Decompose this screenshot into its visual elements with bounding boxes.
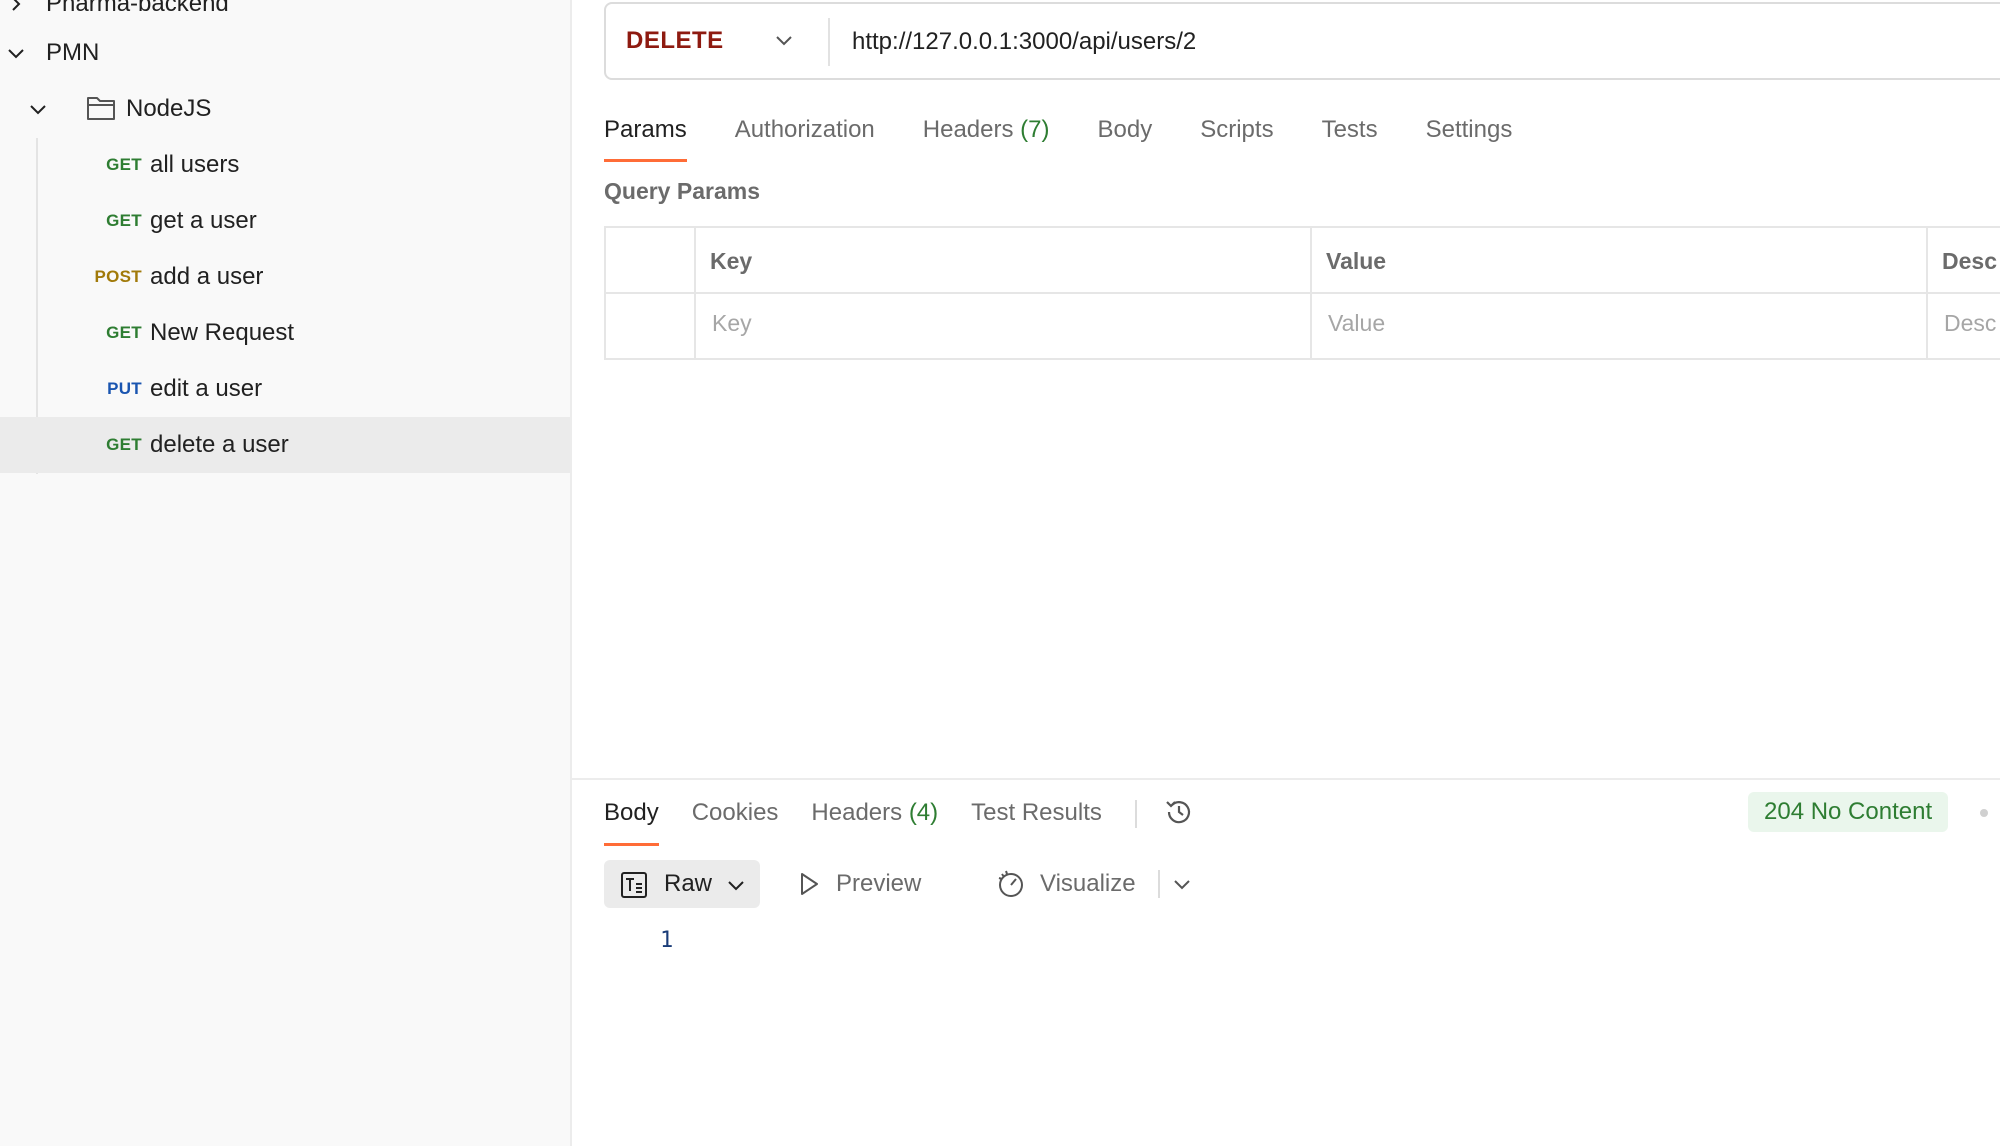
request-item-get-a-user[interactable]: GET get a user xyxy=(0,193,570,249)
response-tab-headers[interactable]: Headers (4) xyxy=(811,796,938,846)
visualize-button[interactable]: Visualize xyxy=(896,860,1136,908)
column-header-description: Desc xyxy=(1942,248,1997,274)
param-key-input[interactable]: Key xyxy=(712,310,752,337)
response-tab-cookies[interactable]: Cookies xyxy=(692,796,779,846)
request-item-add-a-user[interactable]: POST add a user xyxy=(0,249,570,305)
method-badge: GET xyxy=(106,435,142,454)
chevron-down-icon[interactable] xyxy=(1172,874,1192,899)
chevron-down-icon[interactable] xyxy=(26,97,50,121)
request-name: get a user xyxy=(150,207,257,234)
text-format-icon xyxy=(620,871,648,906)
query-params-table: Key Value Desc Key Value Desc xyxy=(604,226,2000,360)
response-headers-count: (4) xyxy=(908,799,939,826)
response-tab-test-results[interactable]: Test Results xyxy=(971,796,1102,846)
headers-count: (7) xyxy=(1020,116,1050,143)
request-item-new-request[interactable]: GET New Request xyxy=(0,305,570,361)
tab-tests[interactable]: Tests xyxy=(1322,108,1378,162)
chevron-right-icon[interactable] xyxy=(4,0,28,16)
response-tabs: Body Cookies Headers (4) Test Results xyxy=(604,796,1197,846)
method-badge: PUT xyxy=(107,379,142,398)
collection-label: Pharma-backend xyxy=(46,0,229,17)
request-editor: DELETE Params Authorization Headers (7) … xyxy=(572,0,2000,1146)
request-name: add a user xyxy=(150,263,264,290)
method-select-value: DELETE xyxy=(626,27,724,54)
folder-label: NodeJS xyxy=(126,95,212,122)
tab-authorization[interactable]: Authorization xyxy=(735,108,875,162)
status-separator-dot xyxy=(1980,809,1988,817)
tab-scripts[interactable]: Scripts xyxy=(1200,108,1273,162)
collection-label: PMN xyxy=(46,39,100,66)
chevron-down-icon xyxy=(774,30,794,55)
param-description-input[interactable]: Desc xyxy=(1944,310,1996,337)
status-badge[interactable]: 204 No Content xyxy=(1748,792,1949,832)
request-item-all-users[interactable]: GET all users xyxy=(0,137,570,193)
request-item-edit-a-user[interactable]: PUT edit a user xyxy=(0,361,570,417)
divider xyxy=(1158,870,1160,898)
tab-settings[interactable]: Settings xyxy=(1426,108,1513,162)
request-name: delete a user xyxy=(150,431,289,458)
folder-icon xyxy=(86,95,116,128)
method-badge: GET xyxy=(106,155,142,174)
folder-row-nodejs[interactable]: NodeJS xyxy=(0,81,570,137)
collection-row-pmn[interactable]: PMN xyxy=(0,25,570,81)
request-name: edit a user xyxy=(150,375,263,402)
format-select-raw[interactable]: Raw xyxy=(604,860,760,908)
query-params-title: Query Params xyxy=(604,178,760,204)
divider xyxy=(1134,800,1137,828)
divider xyxy=(828,18,830,66)
response-pane-divider[interactable] xyxy=(572,778,2000,780)
tab-body[interactable]: Body xyxy=(1098,108,1153,162)
method-badge: POST xyxy=(94,267,142,286)
request-tabs: Params Authorization Headers (7) Body Sc… xyxy=(604,108,1560,162)
column-header-value: Value xyxy=(1326,248,1387,274)
table-row-divider xyxy=(606,292,2000,294)
line-number: 1 xyxy=(660,928,674,953)
method-badge: GET xyxy=(106,323,142,342)
response-tab-body[interactable]: Body xyxy=(604,796,659,846)
visualize-icon xyxy=(996,869,1026,899)
request-item-delete-a-user[interactable]: GET delete a user xyxy=(0,417,570,473)
play-icon xyxy=(796,871,822,897)
format-select-value: Raw xyxy=(664,870,713,897)
method-select[interactable]: DELETE xyxy=(626,4,806,78)
url-input[interactable] xyxy=(852,20,1952,64)
column-header-key: Key xyxy=(710,248,753,274)
request-name: all users xyxy=(150,151,240,178)
request-name: New Request xyxy=(150,319,295,346)
url-bar: DELETE xyxy=(604,2,2000,80)
chevron-down-icon xyxy=(726,874,746,902)
tab-headers[interactable]: Headers (7) xyxy=(923,108,1050,162)
method-badge: GET xyxy=(106,211,142,230)
chevron-down-icon[interactable] xyxy=(4,41,28,65)
tab-params[interactable]: Params xyxy=(604,108,687,162)
history-icon[interactable] xyxy=(1161,794,1197,830)
param-value-input[interactable]: Value xyxy=(1328,310,1385,337)
sidebar: Pharma-backend PMN NodeJS GET all users … xyxy=(0,0,572,1146)
